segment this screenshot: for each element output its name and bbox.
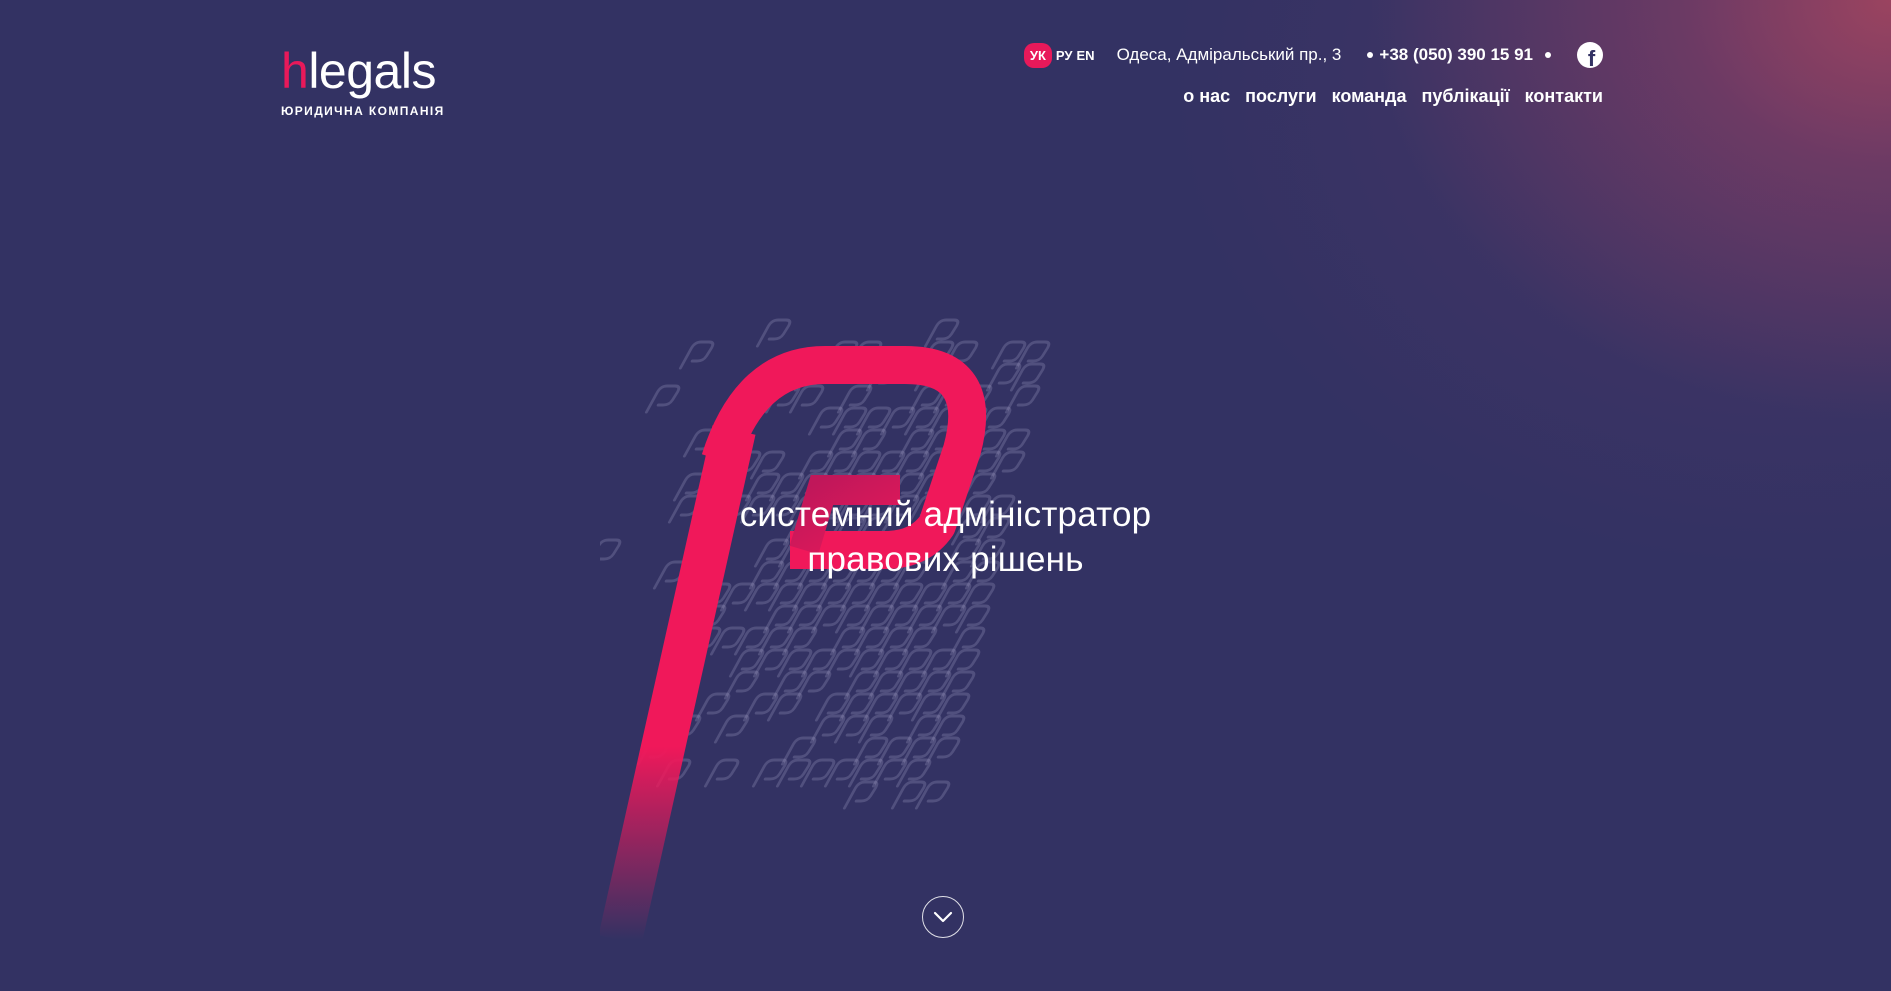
language-switcher: УК РУ EN bbox=[1023, 42, 1095, 68]
address: Одеса, Адміральський пр., 3 bbox=[1116, 45, 1342, 64]
hero-logo-graphic bbox=[600, 318, 1052, 945]
hero-line-1: системний адміністратор bbox=[739, 495, 1152, 534]
nav-about[interactable]: о нас bbox=[1183, 86, 1230, 107]
pattern-glyph bbox=[799, 758, 837, 788]
lang-en[interactable]: EN bbox=[1077, 43, 1095, 68]
pattern-glyph bbox=[755, 318, 793, 348]
pattern-glyph bbox=[709, 626, 747, 656]
pattern-glyph bbox=[644, 384, 682, 414]
pattern-glyph bbox=[914, 780, 952, 810]
separator-dot bbox=[1545, 52, 1551, 58]
logo-wordmark: h legals bbox=[281, 46, 445, 96]
pattern-glyph bbox=[703, 758, 741, 788]
hero-line-2: правових рішень bbox=[807, 540, 1084, 579]
logo-prefix: h bbox=[281, 43, 309, 99]
lang-uk[interactable]: УК bbox=[1023, 42, 1052, 68]
header-topbar: УК РУ EN Одеса, Адміральський пр., 3 +38… bbox=[1023, 42, 1603, 68]
scroll-down-button[interactable] bbox=[922, 896, 964, 938]
logo-subtitle: ЮРИДИЧНА КОМПАНІЯ bbox=[281, 104, 445, 118]
logo[interactable]: h legals ЮРИДИЧНА КОМПАНІЯ bbox=[281, 46, 445, 118]
hero-tagline: системний адміністратор правових рішень bbox=[0, 492, 1891, 582]
nav-contacts[interactable]: контакти bbox=[1525, 86, 1603, 107]
facebook-icon[interactable]: f bbox=[1577, 42, 1603, 68]
nav-services[interactable]: послуги bbox=[1245, 86, 1316, 107]
main-nav: о нас послуги команда публікації контакт… bbox=[1183, 86, 1603, 107]
nav-team[interactable]: команда bbox=[1332, 86, 1407, 107]
lang-ru[interactable]: РУ bbox=[1056, 43, 1073, 68]
logo-rest: legals bbox=[308, 43, 436, 99]
nav-publications[interactable]: публікації bbox=[1422, 86, 1510, 107]
phone-link[interactable]: +38 (050) 390 15 91 bbox=[1379, 45, 1533, 65]
separator-dot bbox=[1367, 52, 1374, 58]
pattern-glyph bbox=[678, 340, 716, 370]
chevron-down-icon bbox=[933, 911, 953, 923]
